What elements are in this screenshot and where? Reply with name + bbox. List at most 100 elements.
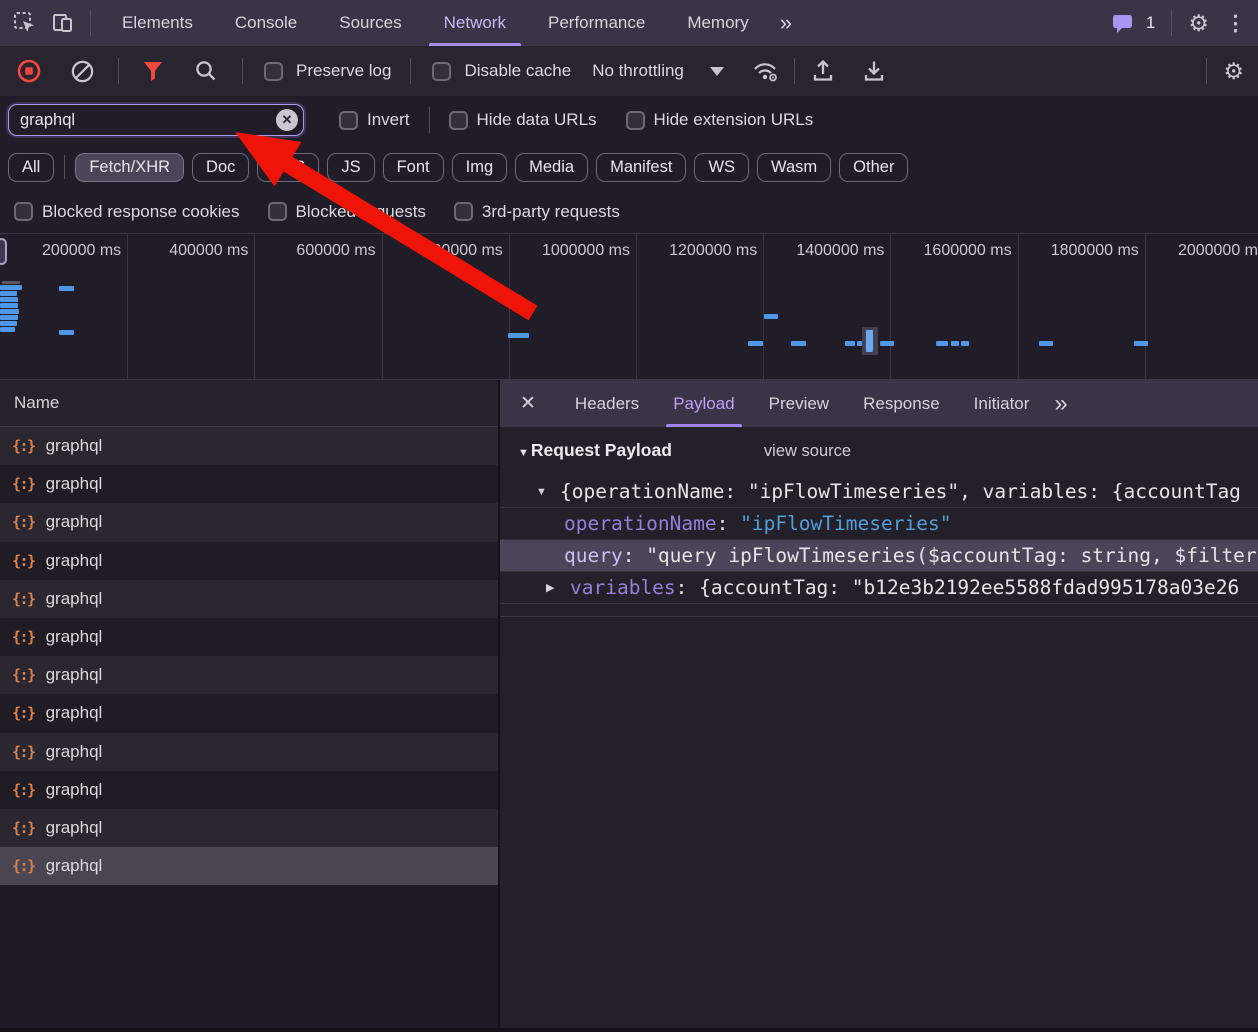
clear-filter-icon[interactable]: ✕ <box>276 109 298 131</box>
timeline-axis-label: 800000 ms <box>383 242 503 260</box>
request-row[interactable]: {:}graphql <box>0 618 498 656</box>
network-overview-timeline[interactable]: 200000 ms400000 ms600000 ms800000 ms1000… <box>0 233 1258 380</box>
payload-query-row[interactable]: query: "query ipFlowTimeseries($accountT… <box>500 539 1258 571</box>
timeline-request-bar <box>866 330 873 352</box>
request-row[interactable]: {:}graphql <box>0 503 498 541</box>
invert-label: Invert <box>367 110 410 130</box>
more-options-kebab-icon[interactable]: ⋮ <box>1225 11 1246 36</box>
clear-network-log-button[interactable] <box>67 56 97 86</box>
detail-tab-preview[interactable]: Preview <box>752 380 846 427</box>
toolbar-divider <box>410 58 411 84</box>
detail-tab-payload[interactable]: Payload <box>656 380 751 427</box>
network-conditions-icon[interactable] <box>751 56 781 86</box>
blocked-filters-row: Blocked response cookies Blocked request… <box>0 190 1258 233</box>
details-tabbar: ✕ HeadersPayloadPreviewResponseInitiator… <box>500 380 1258 427</box>
tab-elements[interactable]: Elements <box>101 0 214 46</box>
filter-chip-css[interactable]: CSS <box>257 153 319 182</box>
payload-variables-row[interactable]: ▶ variables: {accountTag: "b12e3b2192ee5… <box>500 571 1258 603</box>
request-row[interactable]: {:}graphql <box>0 427 498 465</box>
payload-operation-row[interactable]: operationName: "ipFlowTimeseries" <box>500 507 1258 539</box>
throttling-dropdown[interactable]: No throttling <box>592 61 724 81</box>
more-panels-button[interactable]: » <box>770 10 802 36</box>
filter-chip-js[interactable]: JS <box>327 153 374 182</box>
third-party-requests-checkbox[interactable] <box>454 202 473 221</box>
timeline-axis-label: 600000 ms <box>256 242 376 260</box>
detail-tab-response[interactable]: Response <box>846 380 957 427</box>
hide-extension-urls-checkbox[interactable] <box>626 111 645 130</box>
request-row[interactable]: {:}graphql <box>0 809 498 847</box>
close-details-icon[interactable]: ✕ <box>520 392 536 415</box>
filter-chip-ws[interactable]: WS <box>694 153 749 182</box>
blocked-requests-checkbox[interactable] <box>268 202 287 221</box>
section-collapse-triangle-icon[interactable]: ▼ <box>518 447 529 459</box>
request-name: graphql <box>46 818 103 838</box>
messages-icon[interactable] <box>1108 8 1138 38</box>
filter-chip-manifest[interactable]: Manifest <box>596 153 686 182</box>
record-network-log-button[interactable] <box>14 56 44 86</box>
topbar-divider <box>90 10 91 36</box>
filter-chip-font[interactable]: Font <box>383 153 444 182</box>
tab-memory[interactable]: Memory <box>666 0 769 46</box>
timeline-axis-label: 1200000 ms <box>637 242 757 260</box>
request-row[interactable]: {:}graphql <box>0 694 498 732</box>
filter-row: ✕ Invert Hide data URLs Hide extension U… <box>0 96 1258 144</box>
inspect-element-icon[interactable] <box>10 8 40 38</box>
request-name: graphql <box>46 665 103 685</box>
request-name: graphql <box>46 742 103 762</box>
request-row[interactable]: {:}graphql <box>0 465 498 503</box>
name-column-header[interactable]: Name <box>0 380 498 427</box>
filter-chip-doc[interactable]: Doc <box>192 153 249 182</box>
request-row[interactable]: {:}graphql <box>0 771 498 809</box>
timeline-request-bar <box>748 341 763 346</box>
tab-sources[interactable]: Sources <box>318 0 422 46</box>
json-icon: {:} <box>12 513 35 531</box>
network-toolbar: Preserve log Disable cache No throttling <box>0 46 1258 96</box>
request-row[interactable]: {:}graphql <box>0 542 498 580</box>
payload-root-row[interactable]: ▼ {operationName: "ipFlowTimeseries", va… <box>500 476 1258 507</box>
filter-input[interactable] <box>8 104 304 136</box>
expand-triangle-icon[interactable]: ▼ <box>536 486 560 498</box>
filter-chip-other[interactable]: Other <box>839 153 908 182</box>
chips-divider <box>64 155 65 179</box>
request-row[interactable]: {:}graphql <box>0 847 498 885</box>
request-name: graphql <box>46 627 103 647</box>
filter-chip-img[interactable]: Img <box>452 153 508 182</box>
topbar-right-controls: 1 ⚙ ⋮ <box>1108 8 1246 38</box>
timeline-request-bar <box>0 321 17 326</box>
more-details-tabs-button[interactable]: » <box>1054 390 1067 418</box>
filter-chip-fetch-xhr[interactable]: Fetch/XHR <box>75 153 184 182</box>
disable-cache-checkbox[interactable] <box>432 62 451 81</box>
preserve-log-checkbox[interactable] <box>264 62 283 81</box>
tab-console[interactable]: Console <box>214 0 318 46</box>
device-toolbar-icon[interactable] <box>48 8 78 38</box>
export-har-icon[interactable] <box>859 56 889 86</box>
request-row[interactable]: {:}graphql <box>0 733 498 771</box>
json-icon: {:} <box>12 666 35 684</box>
collapsed-triangle-icon[interactable]: ▶ <box>546 581 570 594</box>
tab-performance[interactable]: Performance <box>527 0 666 46</box>
filter-chip-all[interactable]: All <box>8 153 54 182</box>
search-icon[interactable] <box>191 56 221 86</box>
timeline-request-bar <box>0 297 18 302</box>
request-row[interactable]: {:}graphql <box>0 580 498 618</box>
tab-network[interactable]: Network <box>423 0 527 46</box>
view-source-link[interactable]: view source <box>764 442 851 461</box>
filter-chip-media[interactable]: Media <box>515 153 588 182</box>
hide-data-urls-checkbox[interactable] <box>449 111 468 130</box>
timeline-request-bar <box>508 333 529 338</box>
request-row[interactable]: {:} graphql <box>0 656 498 694</box>
request-type-filters: All Fetch/XHR Doc CSS JS Font ImgMedia Manifest… <box>0 144 1258 190</box>
timeline-axis-label: 1400000 ms <box>764 242 884 260</box>
request-payload-title: Request Payload <box>531 440 672 461</box>
filter-funnel-icon[interactable] <box>138 56 168 86</box>
preserve-log-label: Preserve log <box>296 61 391 81</box>
invert-checkbox[interactable] <box>339 111 358 130</box>
import-har-icon[interactable] <box>808 56 838 86</box>
detail-tab-initiator[interactable]: Initiator <box>957 380 1047 427</box>
filter-chip-wasm[interactable]: Wasm <box>757 153 831 182</box>
timeline-request-bar <box>59 286 74 291</box>
network-settings-gear-icon[interactable]: ⚙ <box>1223 60 1244 83</box>
blocked-response-cookies-checkbox[interactable] <box>14 202 33 221</box>
detail-tab-headers[interactable]: Headers <box>558 380 656 427</box>
settings-gear-icon[interactable]: ⚙ <box>1188 12 1209 35</box>
